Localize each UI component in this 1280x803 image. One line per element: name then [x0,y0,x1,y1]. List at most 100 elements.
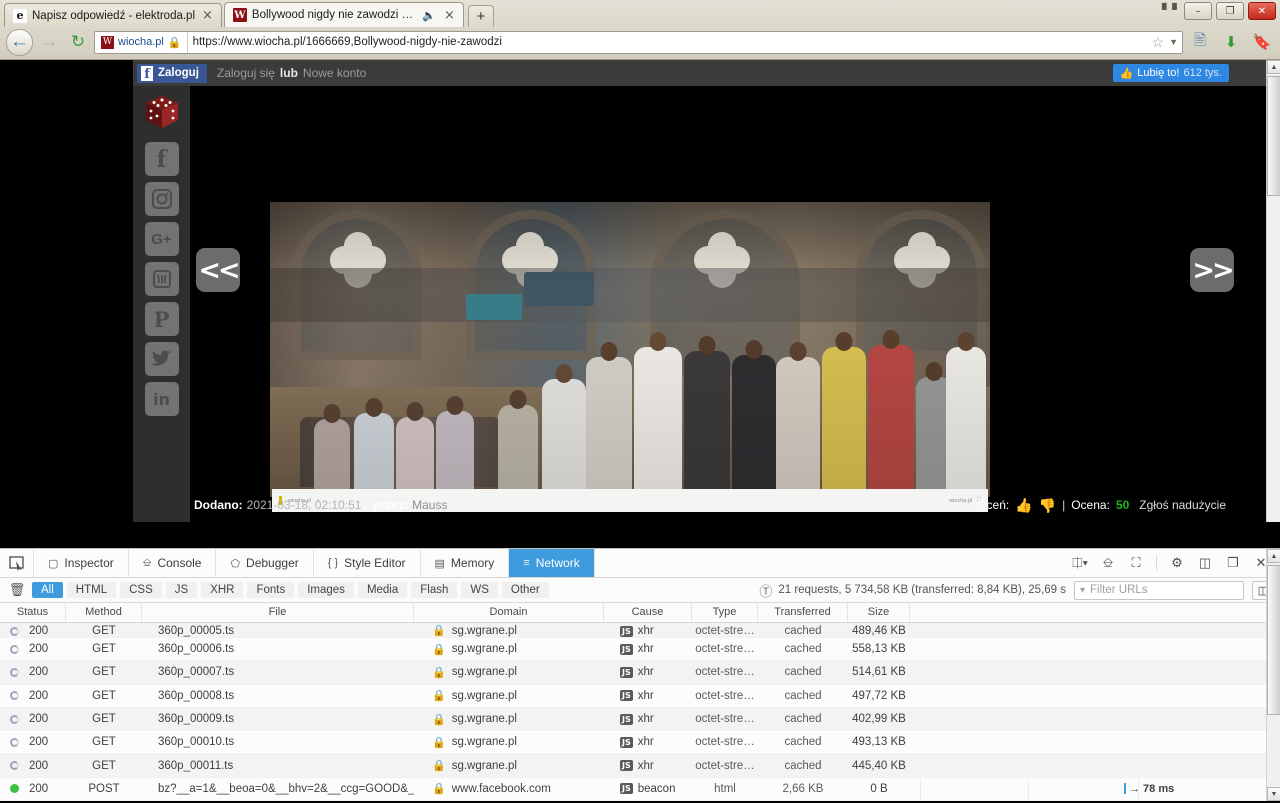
browser-tab-wiocha[interactable]: W Bollywood nigdy nie zawodzi - wiocha..… [224,2,464,27]
scroll-down-arrow-icon[interactable]: ▼ [1267,787,1280,801]
filter-css[interactable]: CSS [120,582,162,598]
site-identity-box[interactable]: W wiocha.pl 🔒 [99,32,188,53]
author-name[interactable]: Mauss [412,498,447,512]
reload-button[interactable]: ↻ [65,29,91,55]
report-abuse-link[interactable]: Zgłoś nadużycie [1139,498,1226,512]
tab-mute-icon[interactable]: 🔈 [421,9,437,22]
tab-inspector[interactable]: ▢ Inspector [34,549,129,577]
tab-network[interactable]: ≡ Network [509,549,594,577]
row-cause: JSxhr [604,690,692,702]
table-row[interactable]: 200 GET 360p_00009.ts 🔒sg.wgrane.pl JSxh… [0,708,1280,731]
google-plus-icon[interactable]: G+ [145,222,179,256]
table-row[interactable]: 200 GET 360p_00010.ts 🔒sg.wgrane.pl JSxh… [0,731,1280,754]
table-row[interactable]: 200 GET 360p_00008.ts 🔒sg.wgrane.pl JSxh… [0,685,1280,708]
filter-all[interactable]: All [32,582,63,598]
wiocha-logo[interactable] [144,94,180,130]
split-layout-button[interactable]: ⎅▾ [1067,549,1093,577]
chevron-down-icon[interactable]: ▼ [1169,37,1178,47]
filter-html[interactable]: HTML [67,582,116,598]
scrollbar-thumb[interactable] [1267,76,1280,196]
thumbs-up-icon[interactable]: 👍 [1015,497,1032,514]
facebook-icon[interactable]: f [145,142,179,176]
tab-close-icon[interactable]: × [200,9,215,22]
column-header-type[interactable]: Type [692,603,758,622]
window-restore-button[interactable]: ❐ [1216,2,1244,20]
pending-spinner-icon [10,715,19,724]
downloads-button[interactable]: ⬇ [1217,29,1245,55]
responsive-design-mode-button[interactable]: ⛶ [1123,549,1149,577]
browser-tab-elektroda[interactable]: e Napisz odpowiedź - elektroda.pl × [4,3,222,27]
video-frame[interactable] [270,202,990,497]
column-header-method[interactable]: Method [66,603,142,622]
filter-ws[interactable]: WS [461,582,498,598]
window-minimize-button[interactable]: – [1184,2,1212,20]
js-badge-icon: JS [620,783,633,794]
site-top-bar: f Zaloguj Zaloguj się lub Nowe konto 👍 L… [133,60,1266,86]
tab-close-icon[interactable]: × [442,9,457,22]
reader-mode-button[interactable]: 🖹 [1186,29,1214,55]
table-row[interactable]: 200 GET 360p_00007.ts 🔒sg.wgrane.pl JSxh… [0,661,1280,684]
table-row[interactable]: 200 GET 360p_00006.ts 🔒sg.wgrane.pl JSxh… [0,638,1280,661]
divider [1156,555,1157,571]
thumbs-down-icon[interactable]: 👍 [1039,497,1056,514]
filter-other[interactable]: Other [502,582,549,598]
facebook-login-button[interactable]: f Zaloguj [137,64,207,83]
row-transferred: cached [758,736,848,748]
url-text[interactable]: https://www.wiocha.pl/1666669,Bollywood-… [193,36,1147,48]
column-header-status[interactable]: Status [0,603,66,622]
filter-xhr[interactable]: XHR [201,582,243,598]
pinterest-icon[interactable]: P [145,302,179,336]
scrollbar-thumb[interactable] [1267,565,1280,715]
new-tab-button[interactable]: + [468,5,494,27]
element-picker-icon[interactable] [0,549,34,577]
table-row[interactable]: 200 POST bz?__a=1&__beoa=0&__bhv=2&__ccg… [0,778,1280,801]
page-scrollbar[interactable]: ▲ [1266,60,1280,522]
tab-style-editor[interactable]: { } Style Editor [314,549,421,577]
column-header-domain[interactable]: Domain [414,603,604,622]
previous-item-button[interactable]: << [196,248,240,292]
scroll-up-arrow-icon[interactable]: ▲ [1267,549,1280,563]
pending-spinner-icon [10,627,19,636]
forward-button[interactable]: → [36,29,62,55]
tab-debugger[interactable]: ⬠ Debugger [216,549,313,577]
separate-window-button[interactable]: ❐ [1220,549,1246,577]
new-account-link[interactable]: Nowe konto [303,66,366,80]
tab-memory[interactable]: ▤ Memory [421,549,510,577]
wykop-icon[interactable] [145,262,179,296]
login-link[interactable]: Zaloguj się [217,66,275,80]
bookmark-star-icon[interactable]: ☆ [1152,34,1165,51]
split-console-button[interactable]: ⎒ [1095,549,1121,577]
row-type: octet-stre… [692,690,758,702]
filter-images[interactable]: Images [298,582,354,598]
scroll-up-arrow-icon[interactable]: ▲ [1267,60,1280,74]
instagram-icon[interactable] [145,182,179,216]
back-button[interactable]: ← [6,29,33,56]
settings-gear-icon[interactable]: ⚙ [1164,549,1190,577]
filter-fonts[interactable]: Fonts [247,582,294,598]
video-player[interactable]: wiocha.pl • wiocha.pl ⛶ [270,202,990,512]
added-label: Dodano: [194,498,243,512]
filter-js[interactable]: JS [166,582,197,598]
filter-urls-input[interactable]: ▾ Filter URLs [1074,581,1244,600]
facebook-like-button[interactable]: 👍 Lubię to! 612 tys. [1113,64,1229,82]
trash-icon[interactable]: 🗑 [6,582,28,598]
table-row[interactable]: 200 GET 360p_00005.ts 🔒sg.wgrane.pl JSxh… [0,623,1280,638]
row-timing: → 78 ms [1124,783,1174,795]
filter-media[interactable]: Media [358,582,407,598]
devtools-scrollbar[interactable]: ▲ ▼ [1266,549,1280,801]
throttle-icon[interactable]: Ⓣ [759,581,772,600]
address-bar[interactable]: W wiocha.pl 🔒 https://www.wiocha.pl/1666… [94,31,1183,54]
column-header-file[interactable]: File [142,603,414,622]
column-header-cause[interactable]: Cause [604,603,692,622]
table-row[interactable]: 200 GET 360p_00011.ts 🔒sg.wgrane.pl JSxh… [0,754,1280,777]
column-header-size[interactable]: Size [848,603,910,622]
extension-button[interactable]: 🔖 [1248,29,1276,55]
twitter-icon[interactable] [145,342,179,376]
filter-flash[interactable]: Flash [411,582,457,598]
linkedin-icon[interactable]: in [145,382,179,416]
tab-console[interactable]: ⎒ Console [129,549,217,577]
next-item-button[interactable]: >> [1190,248,1234,292]
window-close-button[interactable]: ✕ [1248,2,1276,20]
column-header-transferred[interactable]: Transferred [758,603,848,622]
dock-to-side-button[interactable]: ◫ [1192,549,1218,577]
